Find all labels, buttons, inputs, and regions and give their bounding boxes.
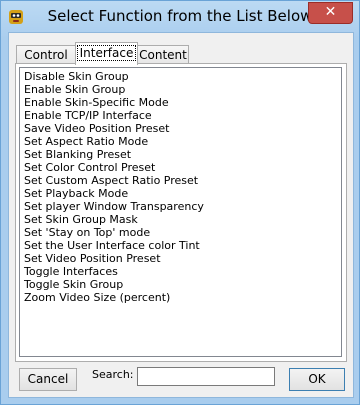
- ok-button[interactable]: OK: [289, 368, 345, 391]
- list-item[interactable]: Set 'Stay on Top' mode: [20, 226, 341, 239]
- list-item[interactable]: Zoom Video Size (percent): [20, 291, 341, 304]
- tab-panel: Disable Skin Group Enable Skin Group Ena…: [15, 63, 347, 362]
- list-item[interactable]: Enable Skin-Specific Mode: [20, 96, 341, 109]
- tab-strip: Control Interface Content: [16, 42, 346, 65]
- list-item[interactable]: Set Skin Group Mask: [20, 213, 341, 226]
- list-item[interactable]: Set player Window Transparency: [20, 200, 341, 213]
- tab-control[interactable]: Control: [16, 45, 76, 64]
- list-item[interactable]: Set Playback Mode: [20, 187, 341, 200]
- tab-interface[interactable]: Interface: [75, 42, 138, 65]
- tab-content-label: Content: [139, 48, 187, 62]
- dialog-footer: Cancel Search: OK: [9, 363, 353, 393]
- tab-interface-label: Interface: [76, 45, 137, 61]
- search-label: Search:: [92, 368, 134, 381]
- list-item[interactable]: Save Video Position Preset: [20, 122, 341, 135]
- dialog-client-area: Control Interface Content Disable Skin G…: [8, 32, 354, 398]
- list-item[interactable]: Set Blanking Preset: [20, 148, 341, 161]
- tab-content[interactable]: Content: [137, 45, 189, 64]
- close-icon: ✕: [324, 4, 337, 20]
- list-item[interactable]: Set Video Position Preset: [20, 252, 341, 265]
- window-title: Select Function from the List Below: [47, 7, 313, 25]
- list-item[interactable]: Enable Skin Group: [20, 83, 341, 96]
- list-item[interactable]: Set Aspect Ratio Mode: [20, 135, 341, 148]
- close-button[interactable]: ✕: [308, 2, 353, 24]
- dialog-window: Select Function from the List Below ✕ Co…: [0, 0, 360, 405]
- function-listbox[interactable]: Disable Skin Group Enable Skin Group Ena…: [19, 67, 342, 357]
- list-item[interactable]: Toggle Skin Group: [20, 278, 341, 291]
- list-item[interactable]: Toggle Interfaces: [20, 265, 341, 278]
- list-item[interactable]: Disable Skin Group: [20, 70, 341, 83]
- search-input[interactable]: [137, 367, 275, 386]
- tab-control-label: Control: [24, 48, 68, 62]
- title-bar[interactable]: Select Function from the List Below ✕: [1, 1, 359, 33]
- list-item[interactable]: Set the User Interface color Tint: [20, 239, 341, 252]
- cancel-button[interactable]: Cancel: [19, 368, 77, 391]
- list-item[interactable]: Set Custom Aspect Ratio Preset: [20, 174, 341, 187]
- list-item[interactable]: Set Color Control Preset: [20, 161, 341, 174]
- list-item[interactable]: Enable TCP/IP Interface: [20, 109, 341, 122]
